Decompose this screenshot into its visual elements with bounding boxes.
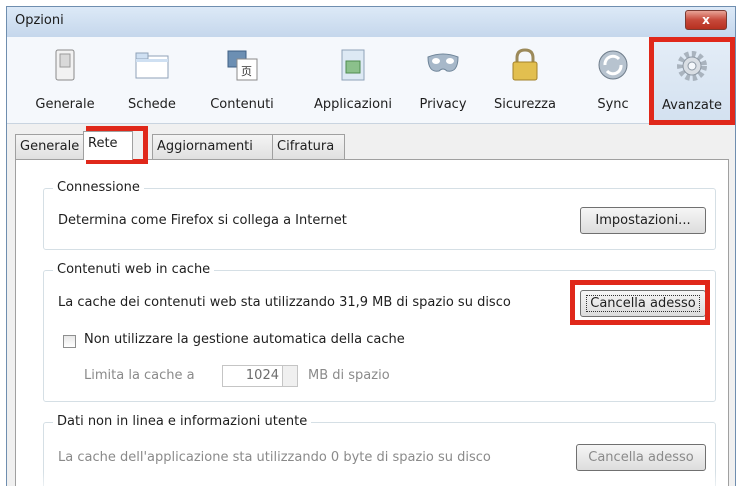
toolbar-item-label: Generale xyxy=(35,97,95,112)
options-window: Opzioni x Generale Schede 页 Contenuti Ap… xyxy=(6,6,736,486)
offline-description: La cache dell'applicazione sta utilizzan… xyxy=(58,450,491,465)
toolbar-item-label: Applicazioni xyxy=(314,97,392,112)
override-cache-label[interactable]: Non utilizzare la gestione automatica de… xyxy=(84,332,405,347)
toolbar-item-avanzate[interactable]: Avanzate xyxy=(653,37,731,123)
lock-icon xyxy=(512,48,538,81)
toolbar-item-label: Sicurezza xyxy=(494,97,556,112)
tab-generale[interactable]: Generale xyxy=(15,134,84,159)
toolbar-item-applicazioni[interactable]: Applicazioni xyxy=(301,37,405,123)
clear-cache-label: Cancella adesso xyxy=(586,295,700,312)
toolbar-item-label: Contenuti xyxy=(210,97,274,112)
tab-cifratura[interactable]: Cifratura xyxy=(272,134,345,159)
close-button[interactable]: x xyxy=(685,10,727,30)
cache-title: Contenuti web in cache xyxy=(53,262,215,277)
offline-title: Dati non in linea e informazioni utente xyxy=(53,414,312,429)
switch-icon xyxy=(55,49,75,81)
sync-icon xyxy=(598,50,628,80)
bottom-fade xyxy=(16,472,728,486)
toolbar-item-label: Schede xyxy=(128,97,176,112)
clear-offline-button[interactable]: Cancella adesso xyxy=(576,444,706,471)
preferences-toolbar: Generale Schede 页 Contenuti Applicazioni… xyxy=(7,37,735,124)
gear-icon xyxy=(677,51,707,81)
svg-text:页: 页 xyxy=(241,65,252,78)
mask-icon xyxy=(427,53,459,72)
tab-aggiornamenti[interactable]: Aggiornamenti xyxy=(152,134,273,159)
tab-rete[interactable]: Rete xyxy=(83,131,133,160)
toolbar-item-sicurezza[interactable]: Sicurezza xyxy=(485,37,565,123)
toolbar-item-schede[interactable]: Schede xyxy=(119,37,185,123)
connection-title: Connessione xyxy=(53,180,144,195)
tabs-icon xyxy=(135,52,169,79)
toolbar-item-label: Sync xyxy=(597,97,629,112)
toolbar-item-sync[interactable]: Sync xyxy=(585,37,641,123)
content-icon: 页 xyxy=(227,50,258,81)
override-cache-checkbox[interactable] xyxy=(63,335,76,348)
title-bar: Opzioni x xyxy=(7,7,735,37)
cache-description: La cache dei contenuti web sta utilizzan… xyxy=(58,295,511,310)
spinner-arrows-icon[interactable] xyxy=(282,366,297,386)
clear-cache-button[interactable]: Cancella adesso xyxy=(580,290,706,317)
cache-limit-value: 1024 xyxy=(245,368,279,383)
toolbar-item-label: Avanzate xyxy=(662,98,722,113)
cache-limit-unit: MB di spazio xyxy=(308,368,390,383)
network-panel: Connessione Determina come Firefox si co… xyxy=(15,159,729,486)
window-title: Opzioni xyxy=(15,13,64,28)
connection-settings-button[interactable]: Impostazioni... xyxy=(580,207,706,234)
connection-description: Determina come Firefox si collega a Inte… xyxy=(58,213,347,228)
cache-limit-label: Limita la cache a xyxy=(84,368,195,383)
toolbar-item-generale[interactable]: Generale xyxy=(29,37,101,123)
toolbar-item-privacy[interactable]: Privacy xyxy=(413,37,473,123)
toolbar-item-contenuti[interactable]: 页 Contenuti xyxy=(199,37,285,123)
cache-limit-spinner[interactable]: 1024 xyxy=(222,365,298,387)
toolbar-item-label: Privacy xyxy=(419,97,467,112)
applications-icon xyxy=(341,49,365,81)
